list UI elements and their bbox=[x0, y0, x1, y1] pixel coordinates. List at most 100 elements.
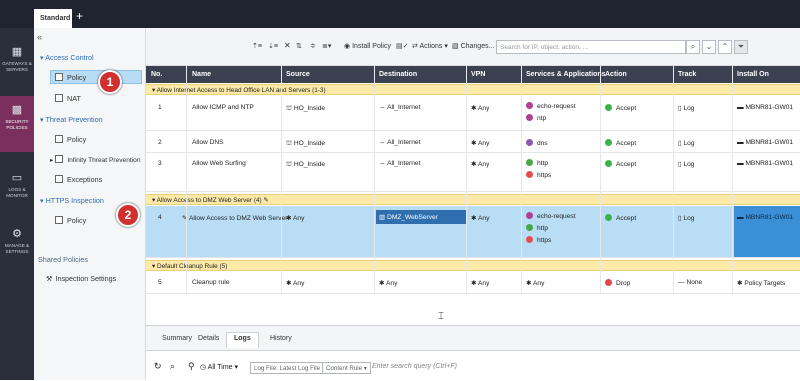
col-destination[interactable]: Destination bbox=[379, 71, 417, 78]
action-value: Accept bbox=[616, 161, 637, 168]
layers-icon[interactable]: ≣▾ bbox=[322, 42, 331, 50]
all-time-dropdown[interactable]: ◷ All Time ▾ bbox=[200, 363, 238, 371]
rule-destination: ⇔ All_Internet bbox=[379, 104, 420, 111]
add-rule-below-icon[interactable]: ⇣≡ bbox=[268, 42, 278, 50]
grid-icon: ▦ bbox=[11, 46, 23, 58]
search-icon[interactable]: ⌕ bbox=[686, 40, 700, 54]
changes-button[interactable]: ▧ Changes... bbox=[452, 42, 494, 50]
internet-icon: ⇔ bbox=[379, 104, 388, 111]
chevron-down-icon[interactable]: ⌄ bbox=[702, 40, 716, 54]
rule-vpn: ✱ Any bbox=[471, 280, 490, 287]
track-value: Log bbox=[683, 161, 695, 168]
add-rule-above-icon[interactable]: ⇡≡ bbox=[252, 42, 262, 50]
col-services[interactable]: Services & Applications bbox=[526, 71, 606, 78]
rule-vpn: ✱ Any bbox=[471, 105, 490, 112]
tab-history[interactable]: History bbox=[270, 335, 292, 342]
rule-vpn: ✱ Any bbox=[471, 215, 490, 222]
rule-vpn: ✱ Any bbox=[471, 161, 490, 168]
section-icon[interactable]: ≑ bbox=[310, 42, 316, 50]
tree-https-inspection-policy[interactable]: Policy bbox=[55, 216, 86, 225]
table-row[interactable]: 5 Cleanup rule ✱ Any ✱ Any ✱ Any ✱ Any D… bbox=[146, 272, 800, 294]
internet-icon: ⇔ bbox=[379, 160, 388, 167]
rule-services: echo-request ntp bbox=[526, 102, 576, 126]
action-value: Drop bbox=[616, 280, 631, 287]
tree-inspection-settings[interactable]: ⚒ Inspection Settings bbox=[46, 274, 116, 283]
rule-services: http https bbox=[526, 159, 551, 183]
network-icon: ⛫ bbox=[286, 105, 294, 112]
tree-infinity-threat-prevention[interactable]: ▸ Infinity Threat Prevention bbox=[50, 155, 141, 164]
tree-shared-policies[interactable]: Shared Policies bbox=[38, 255, 88, 264]
col-vpn[interactable]: VPN bbox=[471, 71, 485, 78]
rule-source: ✱ Any bbox=[286, 280, 305, 287]
move-rule-icon[interactable]: ⇅ bbox=[296, 42, 302, 50]
rule-install-on: ▬ MBNR81-GW01 bbox=[737, 160, 793, 167]
tree-https-inspection[interactable]: ▾ HTTPS Inspection bbox=[40, 196, 104, 205]
install-policy-button[interactable]: ◉ Install Policy bbox=[344, 42, 391, 50]
service-value: echo-request bbox=[537, 103, 576, 110]
nav-gateways-servers[interactable]: ▦ GATEWAYS & SERVERS bbox=[0, 38, 34, 94]
delete-rule-icon[interactable]: ✕ bbox=[284, 41, 291, 50]
nav-manage-settings[interactable]: ⚙ MANAGE & SETTINGS bbox=[0, 220, 34, 276]
col-source[interactable]: Source bbox=[286, 71, 310, 78]
tab-details[interactable]: Details bbox=[198, 335, 219, 342]
track-value: Log bbox=[683, 215, 695, 222]
action-value: Accept bbox=[616, 105, 637, 112]
tree-nat[interactable]: NAT bbox=[55, 94, 81, 103]
rule-source: ⛫ HO_Inside bbox=[286, 160, 325, 169]
actions-button[interactable]: ⇄ Actions ▾ bbox=[412, 42, 448, 50]
tab-summary[interactable]: Summary bbox=[162, 335, 192, 342]
col-install-on[interactable]: Install On bbox=[737, 71, 769, 78]
rule-services: dns bbox=[526, 139, 548, 147]
table-row[interactable]: 1 Allow ICMP and NTP ⛫ HO_Inside ⇔ All_I… bbox=[146, 96, 800, 131]
collapse-panel-icon[interactable]: « bbox=[37, 32, 42, 42]
nav-security-policies[interactable]: ▩ SECURITY POLICIES bbox=[0, 96, 34, 152]
col-name[interactable]: Name bbox=[192, 71, 211, 78]
tree-access-control[interactable]: ▾ Access Control bbox=[40, 53, 94, 62]
section-header-2[interactable]: ▾ Allow Access to DMZ Web Server (4) ✎ bbox=[146, 194, 800, 205]
tree-threat-prevention-policy[interactable]: Policy bbox=[55, 135, 86, 144]
rule-install-on: ✱ Policy Targets bbox=[737, 280, 786, 287]
table-row-selected[interactable]: 4 ✎ Allow Access to DMZ Web Server ✱ Any… bbox=[146, 206, 800, 258]
rule-source: ⛫ HO_Inside bbox=[286, 139, 325, 148]
edit-icon[interactable]: ✎ bbox=[263, 197, 268, 204]
tab-standard[interactable]: Standard bbox=[34, 9, 72, 28]
content-rule-label: Content Rule bbox=[326, 365, 363, 372]
verify-icon[interactable]: ▤✓ bbox=[396, 42, 408, 50]
col-action[interactable]: Action bbox=[605, 71, 627, 78]
section-title: Allow Access to DMZ Web Server (4) bbox=[156, 197, 262, 204]
table-row[interactable]: 2 Allow DNS ⛫ HO_Inside ⇔ All_Internet ✱… bbox=[146, 132, 800, 153]
col-no[interactable]: No. bbox=[151, 71, 162, 78]
rule-search-input[interactable]: Search for IP, object, action, ... bbox=[496, 40, 686, 54]
refresh-icon[interactable]: ↻ bbox=[154, 361, 162, 372]
section-header-3[interactable]: ▾ Default Cleanup Rule (5) bbox=[146, 260, 800, 271]
section-header-1[interactable]: ▾ Allow Internet Access to Head Office L… bbox=[146, 84, 800, 95]
search-icon[interactable]: ⚲ bbox=[188, 361, 195, 372]
filter-search-icon[interactable]: ⌕ bbox=[170, 361, 175, 372]
tree-threat-prevention[interactable]: ▾ Threat Prevention bbox=[40, 115, 103, 124]
filter-icon[interactable]: ⏷ bbox=[734, 40, 748, 54]
chevron-up-icon[interactable]: ⌃ bbox=[718, 40, 732, 54]
actions-label: Actions bbox=[419, 43, 443, 50]
log-file-filter[interactable]: Log File: Latest Log File bbox=[250, 362, 325, 374]
tree-access-control-policy[interactable]: Policy bbox=[50, 70, 142, 84]
tree-exceptions[interactable]: Exceptions bbox=[55, 175, 102, 184]
source-value: Any bbox=[293, 215, 305, 222]
destination-value: All_Internet bbox=[387, 104, 421, 111]
section-title: Default Cleanup Rule (5) bbox=[156, 263, 228, 270]
col-track[interactable]: Track bbox=[678, 71, 696, 78]
table-row[interactable]: 3 Allow Web Surfing ⛫ HO_Inside ⇔ All_In… bbox=[146, 154, 800, 192]
add-tab-button[interactable]: + bbox=[76, 10, 83, 22]
service-value: http bbox=[537, 225, 548, 232]
nav-logs-monitor[interactable]: ▭ LOGS & MONITOR bbox=[0, 164, 34, 220]
https-icon bbox=[526, 171, 533, 178]
log-query-bar: ↻ ⌕ ⚲ ◷ All Time ▾ Log File: Latest Log … bbox=[146, 350, 800, 381]
internet-icon: ⇔ bbox=[379, 139, 388, 146]
left-navigation: ▦ GATEWAYS & SERVERS ▩ SECURITY POLICIES… bbox=[0, 28, 34, 380]
content-rule-filter[interactable]: Content Rule ▾ bbox=[322, 362, 371, 374]
column-divider bbox=[374, 66, 375, 294]
column-divider bbox=[281, 66, 282, 294]
icmp-icon bbox=[526, 212, 533, 219]
tab-logs[interactable]: Logs bbox=[226, 332, 259, 348]
rule-action: Accept bbox=[605, 214, 636, 222]
log-search-input[interactable]: Enter search query (Ctrl+F) bbox=[372, 363, 457, 370]
